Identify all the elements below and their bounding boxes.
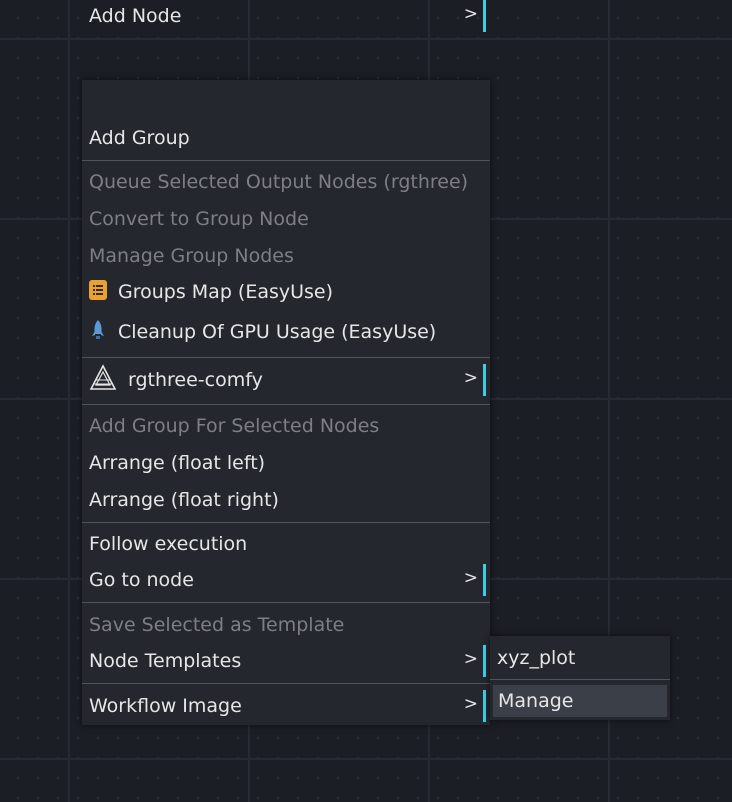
submenu-indicator [483,690,486,722]
menu-item-label: Manage Group Nodes [89,245,294,267]
menu-separator [82,357,490,358]
menu-item-go-to-node[interactable]: Go to node > [82,564,490,596]
menu-item-label: Go to node [89,569,194,591]
menu-item-add-group-for-selected-nodes: Add Group For Selected Nodes [82,410,490,442]
menu-item-workflow-image[interactable]: Workflow Image > [82,690,490,722]
menu-item-label: Node Templates [89,650,242,672]
groups-map-icon [89,279,107,305]
menu-item-queue-selected-output-nodes: Queue Selected Output Nodes (rgthree) [82,166,490,198]
menu-item-label: Add Node [89,5,182,27]
menu-item-label: Save Selected as Template [89,614,345,636]
menu-separator [490,679,670,680]
menu-item-label: Arrange (float right) [89,489,279,511]
submenu-indicator [483,645,486,677]
menu-item-label: Arrange (float left) [89,452,266,474]
menu-item-node-templates[interactable]: Node Templates > [82,645,490,677]
menu-item-convert-to-group-node: Convert to Group Node [82,203,490,235]
menu-item-follow-execution[interactable]: Follow execution [82,528,490,560]
rocket-icon [89,319,107,346]
submenu-indicator [483,564,486,596]
menu-item-cleanup-gpu-usage[interactable]: Cleanup Of GPU Usage (EasyUse) [82,316,490,348]
menu-item-label: rgthree-comfy [128,369,263,391]
submenu-item-label: xyz_plot [497,647,576,669]
submenu-item-manage[interactable]: Manage [493,685,667,717]
submenu-indicator [483,364,486,396]
menu-separator [82,683,490,684]
menu-item-arrange-float-right[interactable]: Arrange (float right) [82,484,490,516]
node-templates-submenu: xyz_plot Manage [490,636,670,720]
context-menu: Add Node > Add Group Queue Selected Outp… [82,0,490,725]
menu-item-save-selected-as-template: Save Selected as Template [82,609,490,641]
submenu-item-xyz-plot[interactable]: xyz_plot [490,642,670,674]
menu-item-rgthree-comfy[interactable]: rgthree-comfy > [82,363,490,397]
menu-separator [82,602,490,603]
submenu-arrow-icon: > [463,4,478,24]
menu-item-groups-map[interactable]: Groups Map (EasyUse) [82,276,490,308]
menu-separator [82,522,490,523]
menu-item-label: Queue Selected Output Nodes (rgthree) [89,171,469,193]
menu-separator [82,160,490,161]
submenu-item-label: Manage [498,690,574,712]
submenu-arrow-icon: > [463,694,478,714]
menu-item-label: Add Group [89,127,190,149]
menu-item-manage-group-nodes: Manage Group Nodes [82,240,490,272]
menu-item-add-group[interactable]: Add Group [82,122,490,154]
menu-item-label: Workflow Image [89,695,242,717]
submenu-arrow-icon: > [463,368,478,388]
menu-item-label: Groups Map (EasyUse) [118,281,334,303]
menu-item-label: Add Group For Selected Nodes [89,415,380,437]
menu-item-label: Follow execution [89,533,248,555]
submenu-arrow-icon: > [463,568,478,588]
menu-item-arrange-float-left[interactable]: Arrange (float left) [82,447,490,479]
menu-item-label: Convert to Group Node [89,208,309,230]
submenu-arrow-icon: > [463,649,478,669]
menu-item-label: Cleanup Of GPU Usage (EasyUse) [118,321,437,343]
menu-separator [82,404,490,405]
submenu-indicator [483,0,486,32]
menu-item-add-node[interactable]: Add Node > [82,0,490,32]
rgthree-logo-icon [89,363,117,397]
